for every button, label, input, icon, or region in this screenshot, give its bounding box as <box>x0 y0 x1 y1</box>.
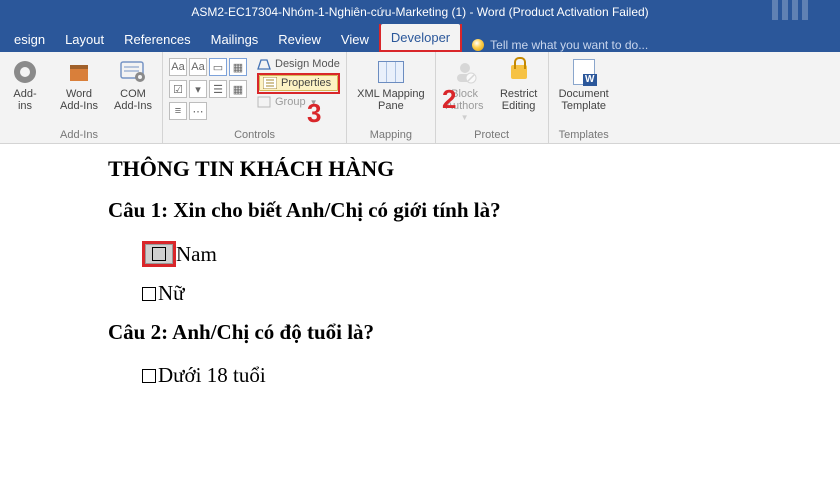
option-nu-label: Nữ <box>158 281 185 306</box>
document-template-button[interactable]: Document Template <box>555 55 613 114</box>
group-label-templates: Templates <box>555 128 613 141</box>
date-control-icon[interactable]: ▦ <box>229 80 247 98</box>
checkbox-control-icon[interactable]: ☑ <box>169 80 187 98</box>
tab-developer[interactable]: Developer <box>381 24 460 50</box>
plain-text-control-icon[interactable]: Aa <box>189 58 207 76</box>
group-templates: Document Template Templates <box>549 52 619 143</box>
tab-references[interactable]: References <box>114 26 200 52</box>
building-block-control-icon[interactable]: ▦ <box>229 58 247 76</box>
tab-mailings[interactable]: Mailings <box>201 26 269 52</box>
option-nam[interactable]: Nam <box>142 241 840 267</box>
properties-icon <box>263 77 277 89</box>
tell-me-placeholder: Tell me what you want to do... <box>490 38 648 52</box>
annotation-box-checkbox <box>142 241 176 267</box>
store-icon <box>63 57 95 87</box>
title-deco-icon <box>772 0 832 22</box>
dropdown-control-icon[interactable]: ☰ <box>209 80 227 98</box>
group-mapping: XML Mapping Pane Mapping <box>347 52 435 143</box>
tab-design[interactable]: esign <box>4 26 55 52</box>
properties-button[interactable]: Properties <box>259 75 338 91</box>
group-label-mapping: Mapping <box>353 128 428 141</box>
option-nam-label: Nam <box>176 242 217 267</box>
group-addins: Add- ins Word Add-Ins COM Add-Ins Add-In… <box>0 52 163 143</box>
lock-icon <box>503 57 535 87</box>
title-bar: ASM2-EC17304-Nhóm-1-Nghiên-cứu-Marketing… <box>0 0 840 24</box>
option-under18[interactable]: Dưới 18 tuổi <box>142 363 840 388</box>
checkbox-icon[interactable] <box>152 247 166 261</box>
com-addins-button[interactable]: COM Add-Ins <box>110 55 156 114</box>
question-1: Câu 1: Xin cho biết Anh/Chị có giới tính… <box>108 198 840 223</box>
rich-text-control-icon[interactable]: Aa <box>169 58 187 76</box>
design-mode-icon <box>257 57 271 71</box>
document-template-icon <box>568 57 600 87</box>
annotation-2: 2 <box>442 84 456 115</box>
combobox-control-icon[interactable]: ▾ <box>189 80 207 98</box>
checkbox-icon[interactable] <box>142 287 156 301</box>
word-addins-button[interactable]: Word Add-Ins <box>56 55 102 114</box>
design-mode-button[interactable]: Design Mode <box>257 57 340 71</box>
ribbon-tabs: esign Layout References Mailings Review … <box>0 24 840 52</box>
option-under18-label: Dưới 18 tuổi <box>158 363 266 388</box>
document-canvas[interactable]: THÔNG TIN KHÁCH HÀNG Câu 1: Xin cho biết… <box>0 144 840 500</box>
annotation-box-developer: Developer <box>379 22 462 52</box>
lightbulb-icon <box>472 39 484 51</box>
chevron-down-icon: ▼ <box>461 114 469 122</box>
com-addins-icon <box>117 57 149 87</box>
group-label-addins: Add-Ins <box>2 128 156 141</box>
addins-button[interactable]: Add- ins <box>2 55 48 114</box>
group-label-protect: Protect <box>442 128 542 141</box>
tab-view[interactable]: View <box>331 26 379 52</box>
checkbox-nam-selected[interactable] <box>145 244 173 264</box>
legacy-tools-icon[interactable]: ⋯ <box>189 102 207 120</box>
block-authors-icon <box>449 57 481 87</box>
annotation-box-properties: Properties <box>257 73 340 94</box>
xml-mapping-button[interactable]: XML Mapping Pane <box>353 55 428 114</box>
addins-icon <box>9 57 41 87</box>
tell-me-search[interactable]: Tell me what you want to do... <box>472 38 648 52</box>
annotation-3: 3 <box>307 98 321 129</box>
tab-layout[interactable]: Layout <box>55 26 114 52</box>
group-label-controls: Controls <box>169 128 340 141</box>
doc-heading: THÔNG TIN KHÁCH HÀNG <box>108 156 840 182</box>
question-2: Câu 2: Anh/Chị có độ tuổi là? <box>108 320 840 345</box>
option-nu[interactable]: Nữ <box>142 281 840 306</box>
xml-mapping-icon <box>375 57 407 87</box>
ribbon: Add- ins Word Add-Ins COM Add-Ins Add-In… <box>0 52 840 144</box>
window-title: ASM2-EC17304-Nhóm-1-Nghiên-cứu-Marketing… <box>191 5 648 19</box>
checkbox-icon[interactable] <box>142 369 156 383</box>
group-icon <box>257 96 271 108</box>
restrict-editing-button[interactable]: Restrict Editing <box>496 55 542 114</box>
repeating-control-icon[interactable]: ≡ <box>169 102 187 120</box>
picture-control-icon[interactable]: ▭ <box>209 58 227 76</box>
tab-review[interactable]: Review <box>268 26 331 52</box>
